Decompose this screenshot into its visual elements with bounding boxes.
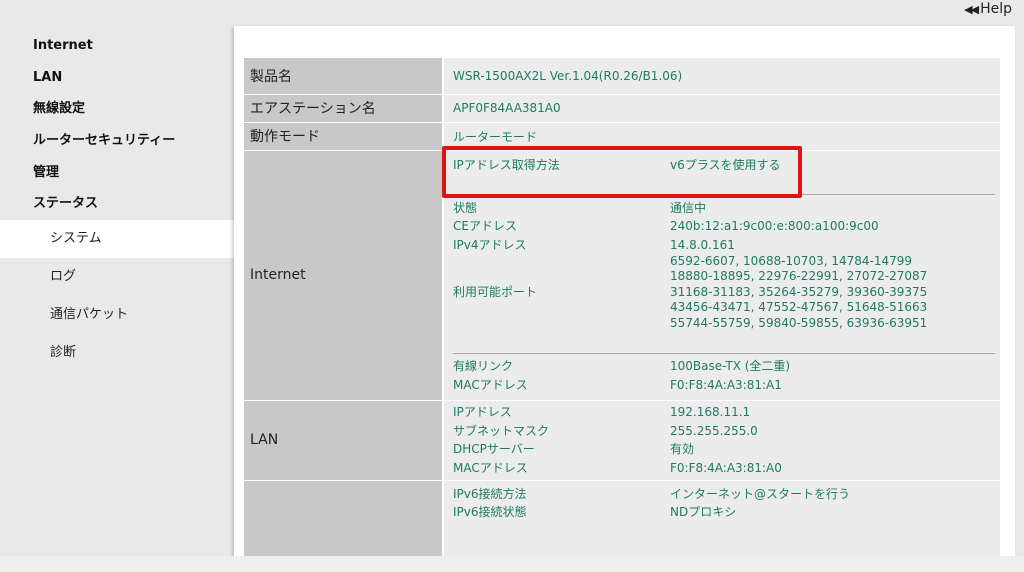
ipv6-state-key: IPv6接続状態 xyxy=(453,505,527,519)
ports-line: 43456-43471, 47552-47567, 51648-51663 xyxy=(670,300,928,315)
help-label: Help xyxy=(980,1,1012,17)
row-value: WSR-1500AX2L Ver.1.04(R0.26/B1.06) xyxy=(443,58,1000,95)
ports-line: 6592-6607, 10688-10703, 14784-14799 xyxy=(670,254,913,268)
sidebar-subitem-log[interactable]: ログ xyxy=(0,258,234,296)
status-table: 製品名 WSR-1500AX2L Ver.1.04(R0.26/B1.06) エ… xyxy=(244,58,1000,561)
ports-line: 55744-55759, 59840-59855, 63936-63951 xyxy=(670,315,928,330)
ce-address-key: CEアドレス xyxy=(453,219,517,233)
mac-key: MACアドレス xyxy=(453,378,528,393)
wired-link-key: 有線リンク xyxy=(453,359,514,374)
main-panel: 製品名 WSR-1500AX2L Ver.1.04(R0.26/B1.06) エ… xyxy=(234,26,1015,572)
table-row: エアステーション名 APF0F84AA381A0 xyxy=(244,94,1000,123)
lan-ip-key: IPアドレス xyxy=(453,405,512,419)
dhcp-value: 有効 xyxy=(670,442,695,456)
bottom-edge xyxy=(0,556,1024,572)
wired-link-value: 100Base-TX (全二重) xyxy=(670,359,791,374)
lan-ip-value: 192.168.11.1 xyxy=(670,405,751,419)
ipv4-key: IPv4アドレス xyxy=(453,237,527,252)
ports-line: 31168-31183, 35264-35279, 39360-39375 xyxy=(670,284,928,299)
sidebar-subitem-diagnostics[interactable]: 診断 xyxy=(0,334,234,372)
row-label: 動作モード xyxy=(244,122,444,151)
ports-key: 利用可能ポート xyxy=(453,284,538,299)
sidebar-item-internet[interactable]: Internet xyxy=(0,30,234,62)
row-label xyxy=(244,480,444,561)
sidebar-item-admin[interactable]: 管理 xyxy=(0,157,234,189)
lan-mac-key: MACアドレス xyxy=(453,460,528,475)
ce-address-value: 240b:12:a1:9c00:e:800:a100:9c00 xyxy=(670,219,879,233)
row-value: APF0F84AA381A0 xyxy=(443,94,1000,123)
mac-value: F0:F8:4A:A3:81:A1 xyxy=(670,378,782,393)
sidebar-item-router-security[interactable]: ルーターセキュリティー xyxy=(0,125,234,157)
dhcp-key: DHCPサーバー xyxy=(453,442,535,456)
sidebar-subitem-packets[interactable]: 通信パケット xyxy=(0,296,234,334)
help-link[interactable]: ◀◀ Help xyxy=(964,0,1012,18)
sidebar-item-status[interactable]: ステータス xyxy=(0,188,234,220)
row-label: LAN xyxy=(244,400,444,481)
table-row-ipv6: IPv6接続方法 インターネット@スタートを行う IPv6接続状態 NDプロキシ xyxy=(244,480,1000,561)
state-value: 通信中 xyxy=(670,200,707,215)
highlight-box xyxy=(442,146,802,198)
double-left-arrow-icon: ◀◀ xyxy=(964,2,979,16)
ipv4-value: 14.8.0.161 xyxy=(670,237,735,252)
state-key: 状態 xyxy=(453,200,478,215)
row-label: 製品名 xyxy=(244,58,444,95)
lan-mac-value: F0:F8:4A:A3:81:A0 xyxy=(670,460,782,475)
table-row: 製品名 WSR-1500AX2L Ver.1.04(R0.26/B1.06) xyxy=(244,58,1000,95)
table-row-lan: LAN IPアドレス 192.168.11.1 サブネットマスク 255.255.2… xyxy=(244,400,1000,481)
subnet-value: 255.255.255.0 xyxy=(670,423,758,438)
ports-line: 18880-18895, 22976-22991, 27072-27087 xyxy=(670,269,928,284)
ipv6-method-key: IPv6接続方法 xyxy=(453,486,527,501)
sidebar-item-wireless[interactable]: 無線設定 xyxy=(0,93,234,125)
ipv6-method-value: インターネット@スタートを行う xyxy=(670,486,851,501)
row-label: Internet xyxy=(244,150,444,401)
subnet-key: サブネットマスク xyxy=(453,423,550,438)
sidebar: Internet LAN 無線設定 ルーターセキュリティー 管理 ステータス シ… xyxy=(0,30,234,372)
ipv6-details: IPv6接続方法 インターネット@スタートを行う IPv6接続状態 NDプロキシ xyxy=(443,480,1000,561)
sidebar-item-lan[interactable]: LAN xyxy=(0,62,234,94)
lan-details: IPアドレス 192.168.11.1 サブネットマスク 255.255.255.0… xyxy=(443,400,1000,481)
sidebar-subitem-system[interactable]: システム xyxy=(0,220,234,259)
row-label: エアステーション名 xyxy=(244,94,444,123)
ipv6-state-value: NDプロキシ xyxy=(670,505,737,519)
